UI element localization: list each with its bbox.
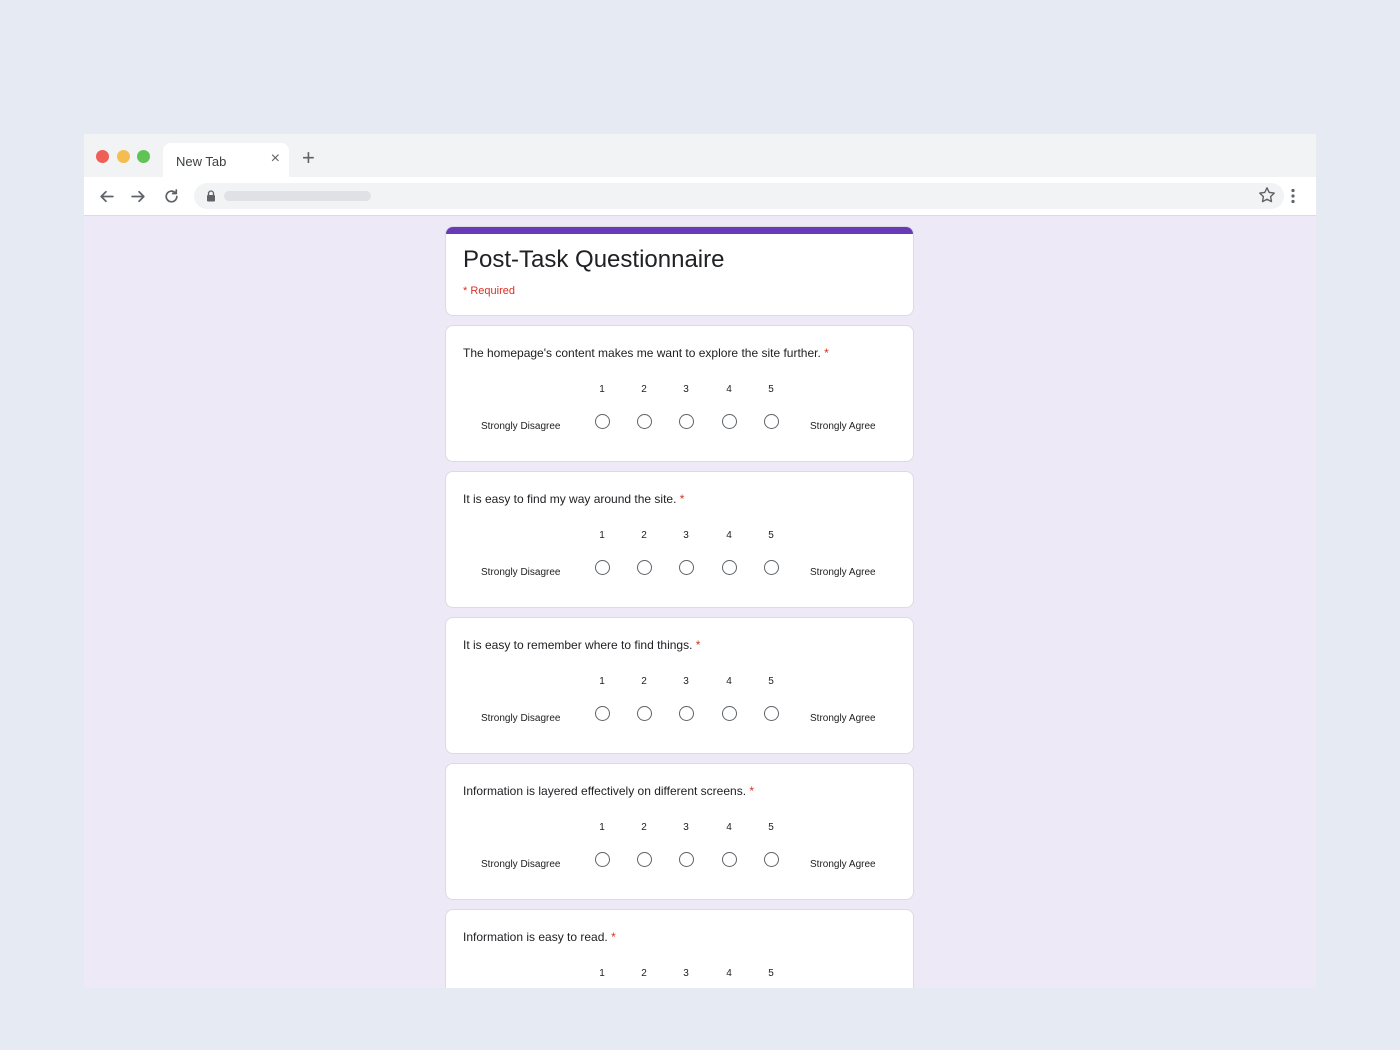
back-arrow-icon[interactable] — [98, 188, 115, 205]
radio-option-3[interactable] — [679, 414, 694, 429]
radio-option-2[interactable] — [637, 560, 652, 575]
radio-option-5[interactable] — [764, 852, 779, 867]
radio-option-4[interactable] — [722, 852, 737, 867]
scale-number: 1 — [599, 676, 605, 687]
question-text: It is easy to remember where to find thi… — [463, 638, 700, 652]
scale-number: 1 — [599, 530, 605, 541]
question-label: Information is easy to read. — [463, 930, 608, 944]
scale-high-label: Strongly Agree — [810, 421, 876, 432]
radio-option-1[interactable] — [595, 560, 610, 575]
minimize-window-button[interactable] — [117, 150, 130, 163]
scale-number: 5 — [768, 676, 774, 687]
scale-number: 1 — [599, 968, 605, 979]
radio-option-4[interactable] — [722, 560, 737, 575]
scale-high-label: Strongly Agree — [810, 567, 876, 578]
radio-option-5[interactable] — [764, 560, 779, 575]
radio-option-3[interactable] — [679, 706, 694, 721]
radio-option-2[interactable] — [637, 852, 652, 867]
radio-option-5[interactable] — [764, 414, 779, 429]
question-label: It is easy to find my way around the sit… — [463, 492, 677, 506]
address-bar[interactable] — [194, 183, 1284, 209]
tab-title: New Tab — [176, 154, 227, 169]
scale-low-label: Strongly Disagree — [481, 567, 561, 578]
bookmark-star-icon[interactable] — [1258, 186, 1276, 204]
radio-option-3[interactable] — [679, 852, 694, 867]
scale-number: 1 — [599, 384, 605, 395]
scale-number: 1 — [599, 822, 605, 833]
maximize-window-button[interactable] — [137, 150, 150, 163]
required-asterisk: * — [749, 784, 755, 798]
question-text: It is easy to find my way around the sit… — [463, 492, 684, 506]
more-menu-icon[interactable] — [1286, 188, 1300, 204]
scale-number: 5 — [768, 968, 774, 979]
url-text-placeholder — [224, 191, 371, 201]
browser-toolbar — [84, 177, 1316, 216]
question-text: The homepage's content makes me want to … — [463, 346, 829, 360]
scale-low-label: Strongly Disagree — [481, 859, 561, 870]
question-card: The homepage's content makes me want to … — [445, 325, 914, 462]
scale-number: 5 — [768, 384, 774, 395]
scale-number: 2 — [641, 530, 647, 541]
scale-number: 5 — [768, 530, 774, 541]
radio-option-4[interactable] — [722, 414, 737, 429]
reload-icon[interactable] — [163, 188, 180, 205]
scale-number: 4 — [726, 530, 732, 541]
required-asterisk: * — [679, 492, 685, 506]
lock-icon — [207, 190, 215, 202]
scale-number: 3 — [683, 384, 689, 395]
question-list: The homepage's content makes me want to … — [445, 325, 914, 988]
scale-number: 4 — [726, 968, 732, 979]
scale-number: 2 — [641, 822, 647, 833]
scale-number: 3 — [683, 530, 689, 541]
browser-window: New Tab × + Post-Task Questionnaire * Re… — [84, 134, 1316, 988]
question-card: It is easy to remember where to find thi… — [445, 617, 914, 754]
scale-number: 4 — [726, 822, 732, 833]
close-tab-icon[interactable]: × — [271, 151, 280, 167]
question-label: Information is layered effectively on di… — [463, 784, 747, 798]
scale-low-label: Strongly Disagree — [481, 421, 561, 432]
question-card: It is easy to find my way around the sit… — [445, 471, 914, 608]
question-text: Information is easy to read. * — [463, 930, 616, 944]
question-card: Information is layered effectively on di… — [445, 763, 914, 900]
radio-option-3[interactable] — [679, 560, 694, 575]
radio-option-2[interactable] — [637, 414, 652, 429]
scale-number: 3 — [683, 676, 689, 687]
close-window-button[interactable] — [96, 150, 109, 163]
new-tab-icon[interactable]: + — [302, 146, 315, 170]
form-accent-bar — [446, 227, 913, 234]
radio-option-1[interactable] — [595, 852, 610, 867]
radio-option-5[interactable] — [764, 706, 779, 721]
scale-low-label: Strongly Disagree — [481, 713, 561, 724]
scale-number: 3 — [683, 968, 689, 979]
radio-option-2[interactable] — [637, 706, 652, 721]
scale-number: 3 — [683, 822, 689, 833]
form-title: Post-Task Questionnaire — [463, 246, 725, 273]
radio-option-1[interactable] — [595, 414, 610, 429]
tab-strip: New Tab × + — [84, 134, 1316, 177]
required-asterisk: * — [824, 346, 829, 360]
radio-option-4[interactable] — [722, 706, 737, 721]
radio-option-1[interactable] — [595, 706, 610, 721]
scale-number: 4 — [726, 676, 732, 687]
scale-number: 5 — [768, 822, 774, 833]
required-asterisk: * — [611, 930, 616, 944]
scale-high-label: Strongly Agree — [810, 713, 876, 724]
form-column: Post-Task Questionnaire * Required The h… — [445, 226, 914, 988]
question-card: Information is easy to read. * 1 2 3 4 5 — [445, 909, 914, 988]
tab-new-tab[interactable]: New Tab × — [163, 143, 289, 177]
question-label: The homepage's content makes me want to … — [463, 346, 821, 360]
scale-number: 2 — [641, 384, 647, 395]
required-asterisk: * — [695, 638, 701, 652]
forward-arrow-icon[interactable] — [130, 188, 147, 205]
scale-number: 2 — [641, 968, 647, 979]
form-header-card: Post-Task Questionnaire * Required — [445, 226, 914, 316]
question-text: Information is layered effectively on di… — [463, 784, 754, 798]
scale-number: 4 — [726, 384, 732, 395]
scale-number: 2 — [641, 676, 647, 687]
scale-high-label: Strongly Agree — [810, 859, 876, 870]
question-label: It is easy to remember where to find thi… — [463, 638, 693, 652]
required-note: * Required — [463, 285, 515, 297]
